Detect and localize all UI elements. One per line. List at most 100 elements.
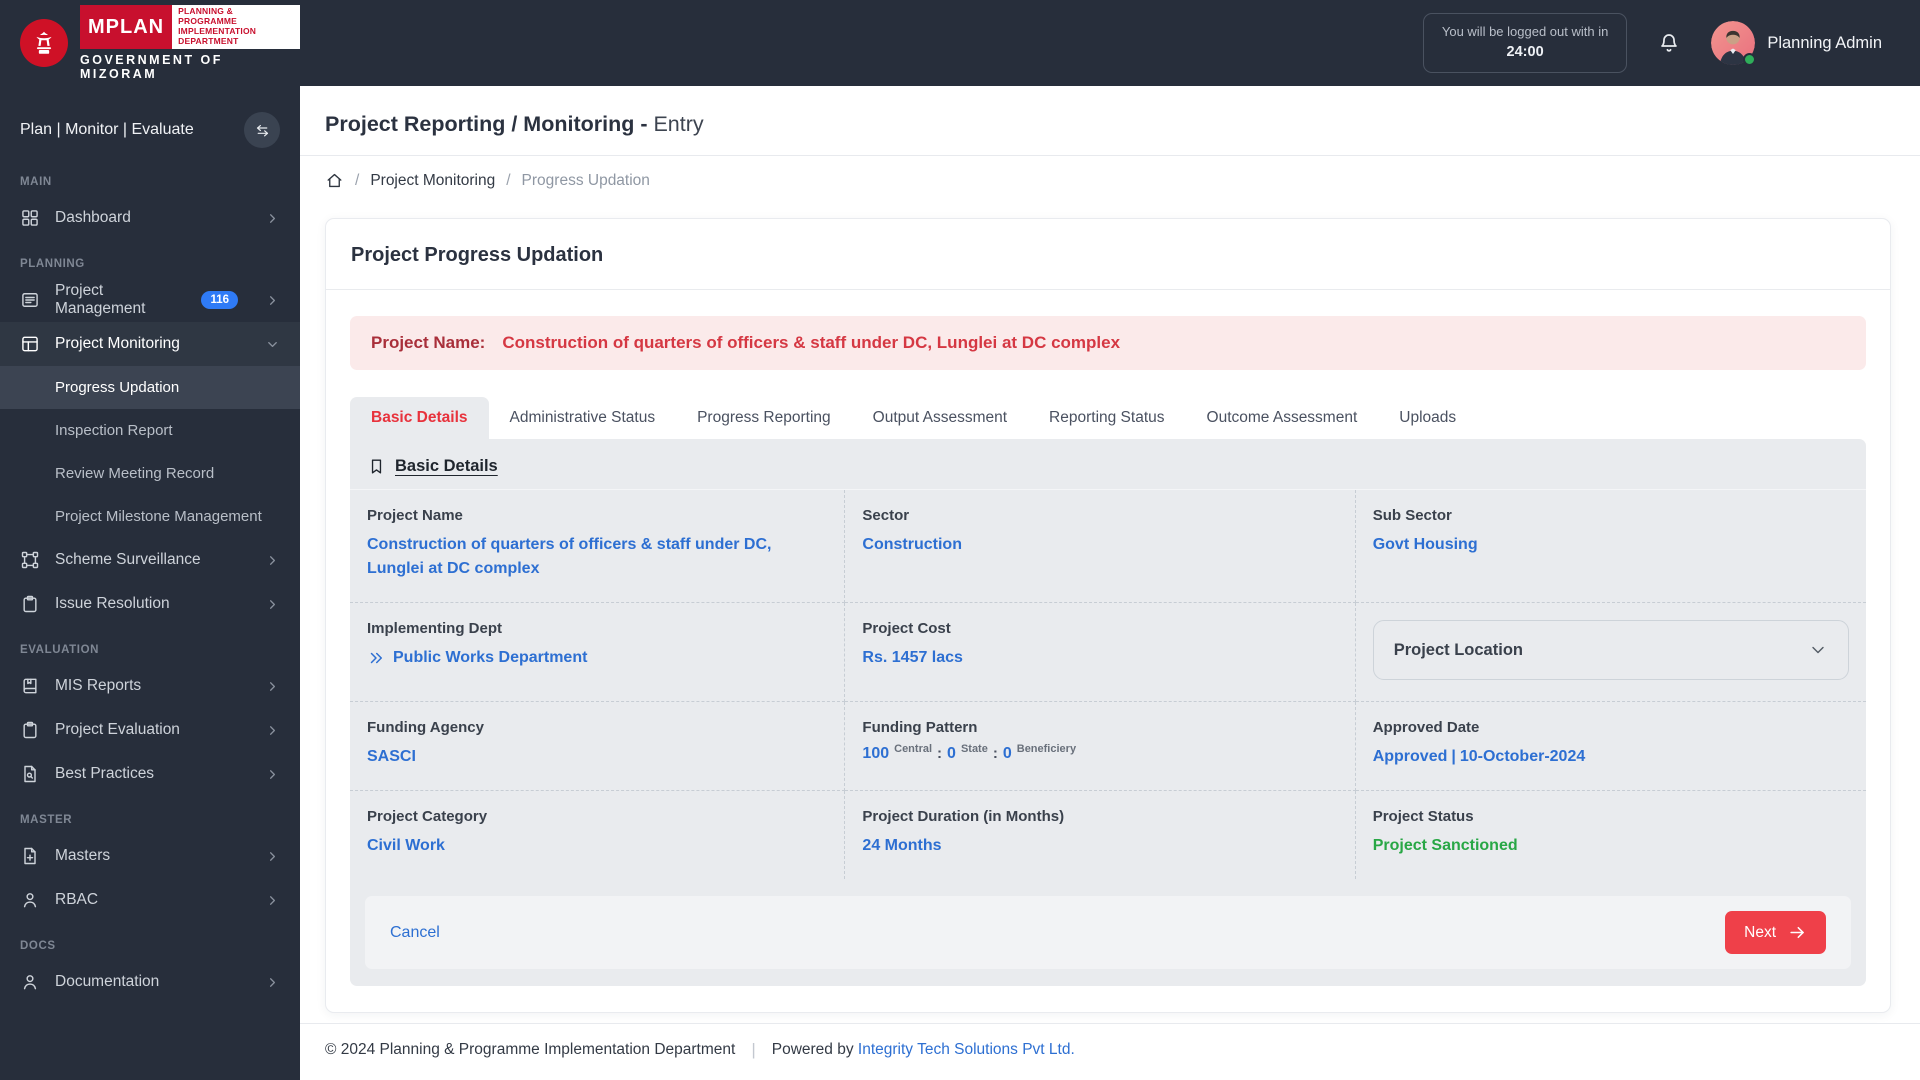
brand-text: MPLAN PLANNING & PROGRAMME IMPLEMENTATIO…: [80, 5, 300, 81]
breadcrumb-project-monitoring[interactable]: Project Monitoring: [370, 172, 495, 190]
top-header-bar: MPLAN PLANNING & PROGRAMME IMPLEMENTATIO…: [0, 0, 1920, 86]
tab-reporting-status[interactable]: Reporting Status: [1028, 397, 1185, 439]
sidebar-subitem-label: Project Milestone Management: [55, 508, 262, 525]
basic-details-grid: Project Name Construction of quarters of…: [350, 490, 1866, 879]
brand-app-name: MPLAN: [80, 5, 173, 49]
sidebar-subitem-project-milestone-management[interactable]: Project Milestone Management: [0, 495, 300, 538]
approved-date: 10-October-2024: [1459, 748, 1586, 765]
sidebar-subitem-label: Inspection Report: [55, 422, 173, 439]
field-project-duration: Project Duration (in Months) 24 Months: [845, 791, 1356, 879]
cancel-button[interactable]: Cancel: [390, 924, 440, 942]
tab-outcome-assessment[interactable]: Outcome Assessment: [1186, 397, 1379, 439]
tab-progress-reporting[interactable]: Progress Reporting: [676, 397, 852, 439]
sidebar-item-label: Masters: [55, 847, 111, 864]
field-label: Sector: [862, 507, 910, 524]
chevron-right-icon: [265, 293, 280, 308]
sidebar-collapse-button[interactable]: [244, 112, 280, 148]
sidebar-item-scheme-surveillance[interactable]: Scheme Surveillance: [0, 538, 300, 582]
field-value: Construction: [862, 536, 962, 553]
swap-arrows-icon: [254, 122, 271, 139]
layout-icon: [20, 334, 40, 354]
next-button[interactable]: Next: [1725, 911, 1826, 954]
book-icon: [20, 676, 40, 696]
sidebar: Plan | Monitor | Evaluate MAIN Dashboard…: [0, 86, 300, 1080]
status-badge: Project Sanctioned: [1372, 837, 1518, 854]
sidebar-item-documentation[interactable]: Documentation: [0, 960, 300, 1004]
field-value: Approved | 10-October-2024: [1373, 745, 1843, 769]
user-name: Planning Admin: [1767, 33, 1882, 52]
sidebar-item-label: Project Management: [55, 282, 146, 317]
sidebar-item-rbac[interactable]: RBAC: [0, 878, 300, 922]
field-funding-agency: Funding Agency SASCI: [350, 702, 846, 791]
sidebar-item-masters[interactable]: Masters: [0, 834, 300, 878]
sidebar-item-label: Dashboard: [55, 209, 131, 226]
tab-bar: Basic Details Administrative Status Prog…: [350, 397, 1866, 439]
main-content: Project Reporting / Monitoring - Entry /…: [300, 86, 1920, 1080]
tab-basic-details[interactable]: Basic Details: [350, 397, 489, 439]
tab-output-assessment[interactable]: Output Assessment: [852, 397, 1028, 439]
field-sector: Sector Construction: [845, 490, 1356, 603]
sidebar-item-project-monitoring[interactable]: Project Monitoring: [0, 322, 300, 366]
clipboard-icon: [20, 720, 40, 740]
sidebar-item-label: RBAC: [55, 891, 99, 908]
field-approved-date: Approved Date Approved | 10-October-2024: [1355, 702, 1866, 791]
project-name-banner: Project Name: Construction of quarters o…: [350, 316, 1866, 370]
breadcrumb: / Project Monitoring / Progress Updation: [300, 156, 1920, 190]
sidebar-section-planning: PLANNING: [20, 258, 85, 270]
breadcrumb-separator: /: [506, 171, 511, 189]
double-chevron-icon: [367, 649, 385, 667]
approved-separator: |: [1451, 748, 1456, 765]
sidebar-item-best-practices[interactable]: Best Practices: [0, 752, 300, 796]
sidebar-section-master: MASTER: [20, 814, 73, 826]
app-logo[interactable]: MPLAN PLANNING & PROGRAMME IMPLEMENTATIO…: [0, 5, 300, 81]
chevron-right-icon: [265, 767, 280, 782]
field-label: Funding Pattern: [862, 719, 978, 736]
notifications-button[interactable]: [1657, 31, 1681, 55]
sidebar-subitem-progress-updation[interactable]: Progress Updation: [0, 366, 300, 409]
brand-dept-name: PLANNING & PROGRAMME IMPLEMENTATION DEPA…: [172, 5, 300, 49]
sidebar-item-label: Project Monitoring: [55, 335, 180, 352]
file-plus-icon: [20, 846, 40, 866]
user-menu[interactable]: Planning Admin: [1711, 21, 1882, 66]
field-value: Construction of quarters of officers & s…: [367, 536, 772, 577]
file-search-icon: [20, 764, 40, 784]
home-icon[interactable]: [325, 171, 344, 190]
sidebar-section-evaluation: EVALUATION: [20, 644, 100, 656]
bookmark-icon: [367, 457, 386, 476]
field-funding-pattern: Funding Pattern 100 Central : 0 State : …: [845, 702, 1356, 791]
scan-icon: [20, 550, 40, 570]
user-icon: [20, 972, 40, 992]
brand-dept-line2: IMPLEMENTATION DEPARTMENT: [178, 26, 257, 46]
sidebar-item-project-management[interactable]: Project Management 116: [0, 278, 300, 322]
sidebar-item-mis-reports[interactable]: MIS Reports: [0, 664, 300, 708]
project-location-dropdown[interactable]: Project Location: [1372, 620, 1849, 680]
tab-administrative-status[interactable]: Administrative Status: [489, 397, 677, 439]
list-icon: [20, 290, 40, 310]
footer-divider: |: [751, 1040, 756, 1059]
field-value: 24 Months: [862, 837, 942, 854]
sidebar-item-issue-resolution[interactable]: Issue Resolution: [0, 582, 300, 626]
field-value: Civil Work: [367, 837, 445, 854]
tab-uploads[interactable]: Uploads: [1378, 397, 1477, 439]
field-label: Project Cost: [862, 620, 951, 637]
bell-icon: [1657, 31, 1681, 55]
page-footer: © 2024 Planning & Programme Implementati…: [300, 1023, 1920, 1080]
sidebar-item-dashboard[interactable]: Dashboard: [0, 196, 300, 240]
field-label: Project Duration (in Months): [862, 808, 1065, 825]
powered-by-link[interactable]: Integrity Tech Solutions Pvt Ltd.: [858, 1041, 1075, 1058]
field-label: Funding Agency: [367, 719, 484, 736]
online-status-dot: [1743, 53, 1757, 66]
sidebar-section-docs: DOCS: [20, 940, 56, 952]
sidebar-item-label: Project Evaluation: [55, 721, 180, 738]
chevron-right-icon: [265, 211, 280, 226]
field-label: Sub Sector: [1372, 507, 1452, 524]
field-value: SASCI: [367, 748, 416, 765]
copyright-text: © 2024 Planning & Programme Implementati…: [325, 1041, 736, 1058]
basic-details-panel: Basic Details Project Name Construction …: [350, 439, 1866, 986]
panel-section-title: Basic Details: [395, 457, 498, 475]
sidebar-subitem-inspection-report[interactable]: Inspection Report: [0, 409, 300, 452]
sidebar-subitem-review-meeting-record[interactable]: Review Meeting Record: [0, 452, 300, 495]
sidebar-item-project-evaluation[interactable]: Project Evaluation: [0, 708, 300, 752]
sidebar-item-label: Issue Resolution: [55, 595, 170, 612]
field-project-name: Project Name Construction of quarters of…: [350, 490, 846, 603]
